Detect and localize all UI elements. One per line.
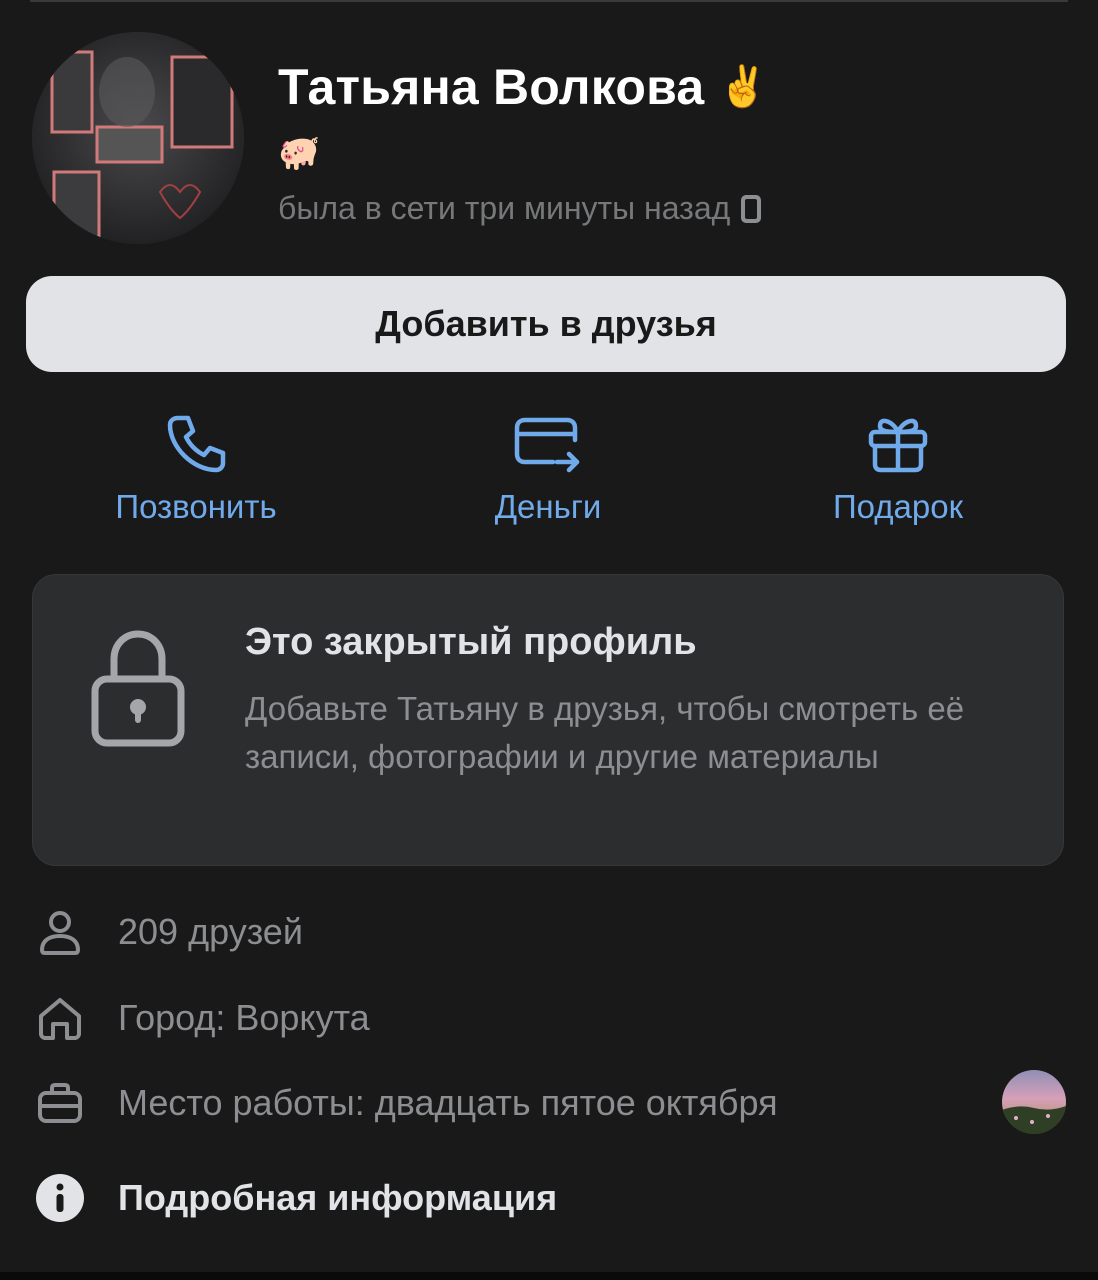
briefcase-icon bbox=[38, 1083, 82, 1123]
phone-icon bbox=[741, 194, 762, 223]
bottom-bar-edge bbox=[0, 1272, 1098, 1280]
online-status-row: была в сети три минуты назад bbox=[278, 190, 762, 227]
gift-action[interactable]: Подарок bbox=[768, 412, 1028, 542]
call-label: Позвонить bbox=[115, 488, 277, 525]
lock-icon bbox=[91, 630, 185, 747]
friends-row[interactable]: 209 друзей bbox=[32, 904, 303, 960]
call-action[interactable]: Позвонить bbox=[66, 412, 326, 542]
name-row: Татьяна Волкова ✌️ bbox=[278, 58, 768, 116]
phone-call-icon bbox=[167, 415, 226, 473]
work-row[interactable]: Место работы: двадцать пятое октября bbox=[32, 1075, 778, 1131]
info-icon bbox=[36, 1174, 84, 1222]
avatar-photo bbox=[32, 32, 244, 244]
status-emoji[interactable]: 🐖 bbox=[278, 136, 320, 170]
top-divider bbox=[30, 0, 1068, 2]
victory-emoji: ✌️ bbox=[718, 65, 769, 109]
money-label: Деньги bbox=[494, 488, 602, 525]
profile-name: Татьяна Волкова bbox=[278, 59, 705, 115]
city-text: Город: Воркута bbox=[118, 997, 370, 1038]
add-friend-button[interactable]: Добавить в друзья bbox=[26, 276, 1066, 372]
details-link: Подробная информация bbox=[118, 1177, 558, 1218]
online-status: была в сети три минуты назад bbox=[278, 190, 731, 226]
gift-label: Подарок bbox=[832, 488, 964, 525]
friends-count: 209 друзей bbox=[118, 911, 303, 952]
work-text: Место работы: двадцать пятое октября bbox=[118, 1082, 778, 1123]
private-profile-card: Это закрытый профиль Добавьте Татьяну в … bbox=[32, 574, 1064, 866]
group-avatar-image bbox=[1002, 1070, 1066, 1134]
user-icon bbox=[40, 911, 80, 955]
card-transfer-icon bbox=[514, 417, 580, 473]
home-icon bbox=[39, 998, 81, 1040]
gift-icon bbox=[868, 418, 928, 473]
work-group-avatar[interactable] bbox=[1002, 1070, 1066, 1134]
profile-avatar[interactable] bbox=[32, 32, 244, 244]
city-row: Город: Воркута bbox=[32, 990, 370, 1046]
details-row[interactable]: Подробная информация bbox=[32, 1170, 557, 1226]
money-action[interactable]: Деньги bbox=[418, 412, 678, 542]
private-profile-text: Добавьте Татьяну в друзья, чтобы смотрет… bbox=[245, 690, 965, 775]
private-profile-title: Это закрытый профиль bbox=[245, 621, 697, 663]
